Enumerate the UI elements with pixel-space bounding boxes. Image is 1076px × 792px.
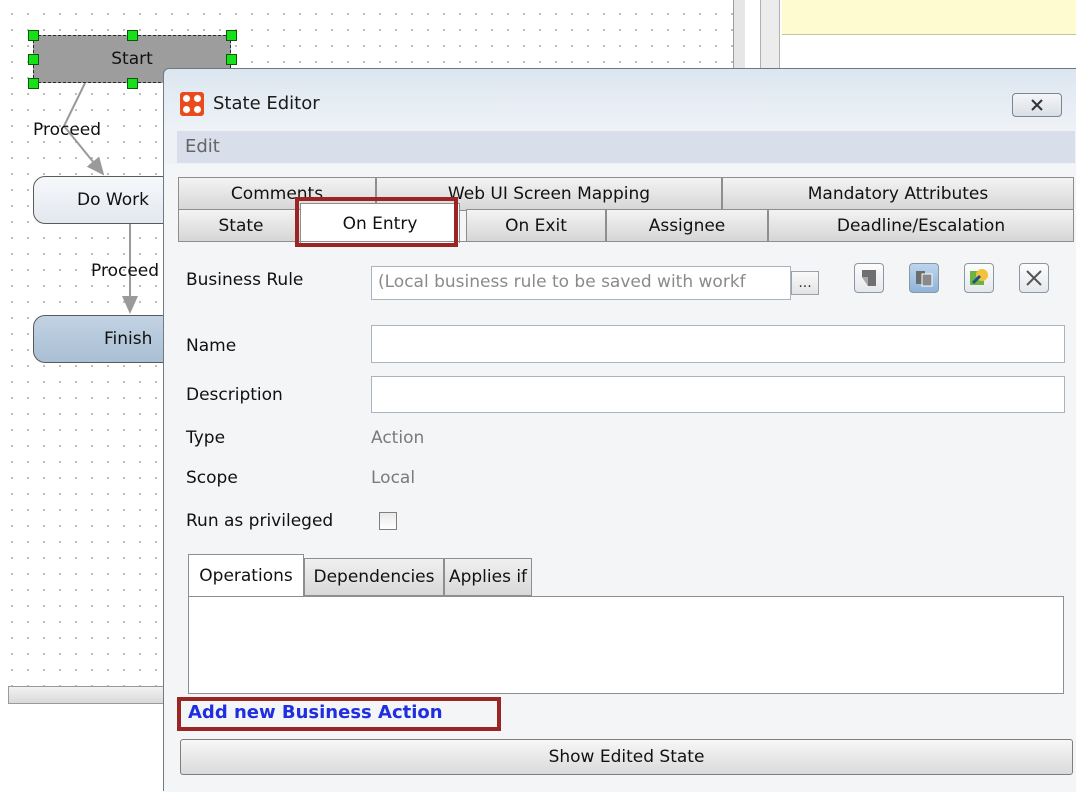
tab-assignee[interactable]: Assignee — [606, 209, 768, 242]
menu-bar: Edit — [177, 131, 1075, 163]
close-button[interactable] — [1012, 93, 1062, 117]
menu-edit[interactable]: Edit — [185, 136, 220, 157]
dialog-titlebar[interactable]: State Editor — [164, 69, 1076, 129]
close-icon — [1031, 99, 1043, 111]
subtab-operations[interactable]: Operations — [188, 554, 304, 597]
tab-label: Deadline/Escalation — [836, 215, 1006, 236]
start-node-label: Start — [111, 49, 153, 69]
copy-rule-button[interactable] — [909, 263, 939, 293]
tab-state[interactable]: State — [178, 209, 304, 242]
business-rule-label: Business Rule — [186, 270, 304, 290]
tab-on-exit[interactable]: On Exit — [466, 209, 606, 242]
show-edited-state-label: Show Edited State — [548, 747, 705, 767]
tab-mandatory-attributes[interactable]: Mandatory Attributes — [722, 177, 1074, 211]
run-as-privileged-label: Run as privileged — [186, 511, 334, 531]
delete-rule-button[interactable] — [1019, 263, 1049, 293]
business-rule-field[interactable]: (Local business rule to be saved with wo… — [371, 266, 791, 300]
highlight-on-entry-tab — [295, 197, 458, 247]
description-label: Description — [186, 385, 283, 405]
show-edited-state-button[interactable]: Show Edited State — [180, 739, 1073, 775]
scope-value: Local — [371, 468, 416, 488]
selection-handle[interactable] — [226, 30, 237, 41]
dialog-title: State Editor — [213, 93, 320, 114]
subtab-label: Applies if — [448, 567, 528, 587]
properties-panel — [782, 0, 1076, 35]
edit-rule-button[interactable] — [854, 263, 884, 293]
name-input[interactable] — [371, 325, 1065, 363]
subtab-applies-if[interactable]: Applies if — [444, 558, 532, 596]
edit-rule-icon — [862, 270, 876, 286]
selection-handle[interactable] — [28, 54, 39, 65]
rule-wizard-button[interactable] — [964, 263, 994, 293]
operations-pane[interactable] — [188, 596, 1064, 694]
subtab-label: Operations — [199, 566, 293, 586]
do-work-node-label: Do Work — [77, 190, 149, 210]
canvas-vertical-scrollbar[interactable] — [733, 0, 745, 70]
delete-icon — [1026, 270, 1042, 286]
browse-button[interactable]: ... — [791, 271, 819, 295]
finish-node-label: Finish — [104, 329, 153, 349]
selection-handle[interactable] — [28, 30, 39, 41]
subtab-dependencies[interactable]: Dependencies — [304, 558, 444, 596]
type-label: Type — [186, 428, 226, 448]
name-label: Name — [186, 336, 237, 356]
tab-label: Mandatory Attributes — [807, 184, 989, 204]
rule-wizard-icon — [970, 269, 988, 285]
edge-label-proceed: Proceed — [91, 261, 160, 281]
tab-label: On Exit — [505, 215, 567, 236]
description-input[interactable] — [371, 376, 1065, 413]
selection-handle[interactable] — [226, 54, 237, 65]
subtab-label: Dependencies — [313, 567, 435, 587]
selection-handle[interactable] — [127, 30, 138, 41]
edge-label-proceed: Proceed — [33, 120, 102, 140]
highlight-add-business-action — [177, 697, 501, 731]
selection-handle[interactable] — [28, 78, 39, 89]
run-as-privileged-checkbox[interactable] — [379, 512, 397, 530]
tab-label: Web UI Screen Mapping — [447, 184, 651, 204]
panel-splitter[interactable] — [760, 0, 780, 70]
app-icon — [180, 92, 204, 116]
state-editor-dialog: State Editor Edit Comments Web UI Screen… — [163, 68, 1076, 792]
copy-rule-icon — [916, 271, 933, 287]
tab-label: State — [218, 215, 264, 236]
scope-label: Scope — [186, 468, 238, 488]
tab-deadline-escalation[interactable]: Deadline/Escalation — [768, 209, 1074, 242]
tab-label: Assignee — [648, 215, 726, 236]
selection-handle[interactable] — [127, 78, 138, 89]
type-value: Action — [371, 428, 425, 448]
